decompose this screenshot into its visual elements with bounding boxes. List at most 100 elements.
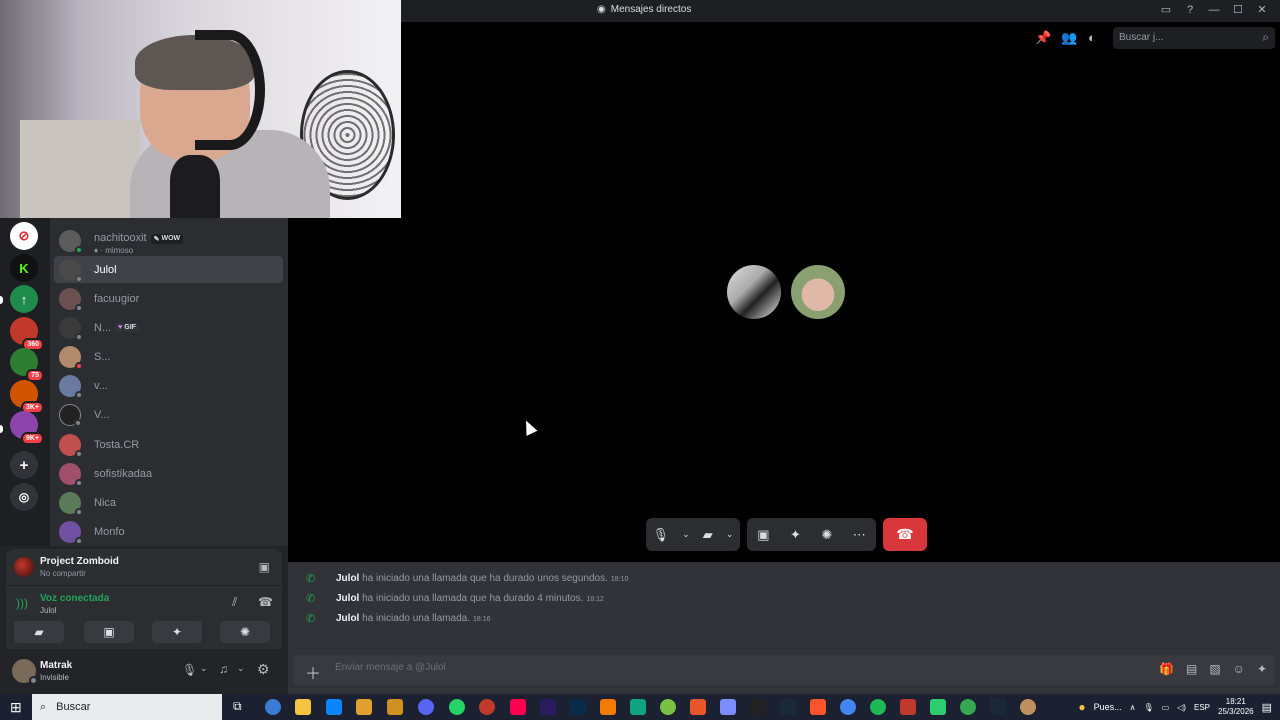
taskbar-app-premiere[interactable] (540, 699, 556, 715)
taskbar-app-photoshop[interactable] (570, 699, 586, 715)
headphones-icon[interactable]: ♫ (219, 662, 228, 676)
call-participant-1[interactable] (727, 265, 781, 319)
hang-up-button[interactable]: ☎ (883, 518, 927, 551)
taskbar-search[interactable]: ⌕ Buscar (32, 694, 222, 720)
notifications-icon[interactable]: ▤ (1262, 701, 1272, 714)
server-green[interactable]: ↑ (10, 285, 38, 313)
dm-item-sofistikadaa[interactable]: sofistikadaa (54, 460, 283, 487)
taskbar-app-store[interactable] (326, 699, 342, 715)
taskbar-app-chrome[interactable] (840, 699, 856, 715)
explore-icon[interactable]: ◎ (10, 483, 38, 511)
tray-chevron-icon[interactable]: ∧ (1130, 703, 1136, 712)
dm-item-julol[interactable]: Julol (54, 256, 283, 283)
server-9k[interactable]: 9K+ (10, 411, 44, 445)
taskbar-app-folder[interactable] (387, 699, 403, 715)
camera-options-chevron-icon[interactable]: ⌄ (726, 529, 734, 540)
pin-icon[interactable]: 📌 (1035, 30, 1051, 46)
maximize-button[interactable]: ☐ (1230, 3, 1246, 16)
apps-icon[interactable]: ✦ (1257, 662, 1267, 676)
help-icon[interactable]: ? (1182, 4, 1198, 16)
activities-button[interactable]: ✦ (152, 621, 202, 643)
gift-icon[interactable]: 🎁 (1159, 662, 1174, 676)
message-author[interactable]: Julol (336, 593, 359, 604)
task-view-icon[interactable]: ⧉ (233, 699, 242, 714)
taskbar-app-1[interactable] (356, 699, 372, 715)
taskbar-app-discord[interactable] (418, 699, 434, 715)
taskbar-app-epic[interactable] (750, 699, 766, 715)
attach-plus-icon[interactable]: ＋ (305, 660, 321, 684)
weather-icon[interactable]: ● (1078, 700, 1085, 714)
taskbar-app-2[interactable] (660, 699, 676, 715)
more-options-icon[interactable]: ⋯ (853, 527, 866, 543)
inbox-icon[interactable]: ▭ (1158, 3, 1174, 16)
noise-suppression-icon[interactable]: ⫽ (232, 595, 237, 610)
taskbar-app-steam[interactable] (780, 699, 796, 715)
taskbar-app-whatsapp[interactable] (449, 699, 465, 715)
gif-icon[interactable]: ▤ (1186, 662, 1197, 676)
activity-card[interactable]: Project Zomboid No compartir ▣ (6, 549, 282, 585)
taskbar-app-9[interactable] (1020, 699, 1036, 715)
search-box[interactable]: Buscar j... ⌕ (1113, 27, 1275, 49)
taskbar-app-7[interactable] (960, 699, 976, 715)
dm-item-facuugior[interactable]: facuugior (54, 285, 283, 312)
headphones-chevron-icon[interactable]: ⌄ (237, 663, 245, 674)
share-screen-icon[interactable]: ▣ (259, 560, 270, 574)
server-red[interactable]: ⊘ (10, 222, 38, 250)
taskbar-app-8[interactable] (990, 699, 1006, 715)
emoji-icon[interactable]: ☺ (1233, 662, 1245, 676)
taskbar-app-5[interactable] (900, 699, 916, 715)
taskbar-app-chatgpt[interactable] (630, 699, 646, 715)
disconnect-icon[interactable]: ☎ (258, 595, 273, 609)
add-friend-icon[interactable]: 👥 (1061, 30, 1077, 46)
dm-item-v-upper[interactable]: V... (54, 401, 283, 428)
dm-item-monfo[interactable]: Monfo (54, 518, 283, 545)
mic-options-chevron-icon[interactable]: ⌄ (682, 529, 690, 540)
message-author[interactable]: Julol (336, 613, 359, 624)
mic-chevron-icon[interactable]: ⌄ (200, 663, 208, 674)
screen-share-icon[interactable]: ▣ (757, 527, 769, 543)
microphone-toggle-icon[interactable]: 🎙 (653, 527, 670, 543)
profile-icon[interactable]: ◐ (1088, 30, 1096, 45)
message-author[interactable]: Julol (336, 573, 359, 584)
voice-status[interactable]: Voz conectada (40, 593, 109, 604)
message-input[interactable] (335, 662, 1035, 673)
clock[interactable]: 18:21 25/3/2026 (1218, 697, 1254, 717)
taskbar-app-tiktok[interactable] (510, 699, 526, 715)
volume-icon[interactable]: ◁) (1177, 703, 1186, 712)
call-participant-2[interactable] (791, 265, 845, 319)
dm-item-tosta[interactable]: Tosta.CR (54, 431, 283, 458)
username[interactable]: Matrak (40, 660, 72, 671)
language-indicator[interactable]: ESP (1194, 703, 1210, 712)
dm-item-s[interactable]: S... (54, 343, 283, 370)
dm-item-n[interactable]: N... ♥ GIF (54, 314, 283, 341)
taskbar-app-obs[interactable] (479, 699, 495, 715)
dm-item-nica[interactable]: Nica (54, 489, 283, 516)
taskbar-app-explorer[interactable] (295, 699, 311, 715)
taskbar-app-6[interactable] (930, 699, 946, 715)
taskbar-app-brave[interactable] (810, 699, 826, 715)
sticker-icon[interactable]: ▧ (1209, 662, 1220, 676)
activity-launcher-icon[interactable]: ✦ (790, 527, 801, 543)
soundboard-button[interactable]: ✺ (220, 621, 270, 643)
camera-toggle-button[interactable]: ▰ (14, 621, 64, 643)
windows-start-icon[interactable]: ⊞ (10, 699, 22, 716)
close-button[interactable]: ✕ (1254, 3, 1270, 16)
soundboard-launcher-icon[interactable]: ✺ (821, 527, 832, 543)
server-3k[interactable]: 3K+ (10, 380, 44, 414)
taskbar-app-4[interactable] (720, 699, 736, 715)
taskbar-app-spotify[interactable] (870, 699, 886, 715)
dm-item-v-lower[interactable]: v... (54, 372, 283, 399)
microphone-icon[interactable]: 🎙 (182, 663, 197, 677)
add-server-button[interactable]: + (10, 451, 38, 479)
server-360[interactable]: 360 (10, 317, 44, 351)
server-75[interactable]: 75 (10, 348, 44, 382)
minimize-button[interactable]: — (1206, 4, 1222, 16)
settings-icon[interactable]: ⚙ (257, 661, 270, 678)
taskbar-app-chrome-alt[interactable] (265, 699, 281, 715)
taskbar-app-vlc[interactable] (600, 699, 616, 715)
taskbar-app-3[interactable] (690, 699, 706, 715)
server-kick[interactable]: K (10, 254, 38, 282)
weather-label[interactable]: Pues... (1094, 702, 1122, 712)
voice-channel[interactable]: Julol (40, 606, 56, 615)
screenshare-button[interactable]: ▣ (84, 621, 134, 643)
